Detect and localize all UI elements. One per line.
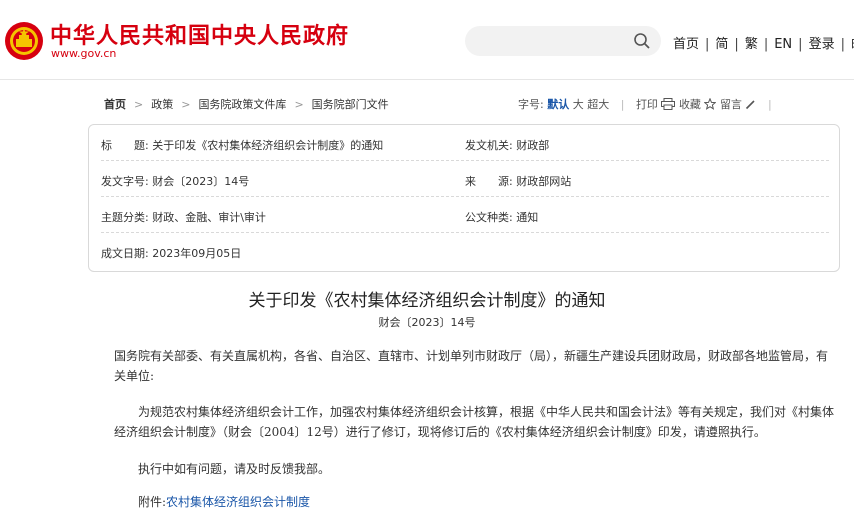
docno-value: 财会〔2023〕14号 — [152, 175, 250, 188]
star-icon — [703, 97, 718, 110]
chevron-right-icon: > — [181, 98, 191, 111]
chevron-right-icon: > — [134, 98, 144, 111]
article-attachment: 附件:农村集体经济组织会计制度 — [114, 492, 834, 512]
font-xlarge-button[interactable]: 超大 — [587, 98, 609, 111]
site-title[interactable]: 中华人民共和国中央人民政府 — [50, 18, 349, 50]
article-paragraph-body: 为规范农村集体经济组织会计工作，加强农村集体经济组织会计核算，根据《中华人民共和… — [114, 405, 835, 439]
search-icon[interactable] — [633, 32, 651, 50]
link-traditional[interactable]: 繁 — [745, 37, 758, 52]
type-label: 公文种类: — [465, 211, 513, 224]
issuer-label: 发文机关: — [465, 139, 513, 152]
article-title: 关于印发《农村集体经济组织会计制度》的通知 — [248, 291, 606, 311]
favorite-button[interactable]: 收藏 — [679, 97, 720, 111]
topic-value: 财政、金融、审计\审计 — [152, 211, 266, 224]
breadcrumb-home[interactable]: 首页 — [104, 98, 126, 111]
article-paragraph-feedback: 执行中如有问题，请及时反馈我部。 — [138, 462, 331, 476]
info-row-date: 成文日期: 2023年09月05日 — [101, 233, 829, 269]
print-button[interactable]: 打印 — [636, 98, 679, 111]
topic-label: 主题分类: — [101, 211, 149, 224]
link-home[interactable]: 首页 — [673, 37, 699, 52]
top-links: 首页|简|繁|EN|登录|邮 — [673, 33, 854, 52]
docno-label: 发文字号: — [101, 175, 149, 188]
title-label: 标 题: — [101, 139, 149, 152]
date-value: 2023年09月05日 — [152, 247, 242, 260]
site-url: www.gov.cn — [51, 47, 117, 60]
info-row-title: 标 题: 关于印发《农村集体经济组织会计制度》的通知 发文机关: 财政部 — [101, 125, 829, 161]
link-login[interactable]: 登录 — [809, 37, 835, 52]
link-simplified[interactable]: 简 — [715, 37, 728, 52]
type-value: 通知 — [516, 211, 539, 224]
national-emblem-icon[interactable] — [4, 21, 44, 61]
document-info-box: 标 题: 关于印发《农村集体经济组织会计制度》的通知 发文机关: 财政部 发文字… — [88, 124, 840, 272]
link-english[interactable]: EN — [774, 37, 792, 52]
search-input[interactable] — [465, 26, 661, 56]
attachment-link[interactable]: 农村集体经济组织会计制度 — [166, 495, 310, 509]
date-label: 成文日期: — [101, 247, 149, 260]
comment-button[interactable]: 留言 — [720, 98, 760, 111]
source-value: 财政部网站 — [516, 175, 572, 188]
pencil-icon — [746, 100, 756, 110]
font-large-button[interactable]: 大 — [573, 98, 584, 111]
article-paragraph-recipients: 国务院有关部委、有关直属机构，各省、自治区、直辖市、计划单列市财政厅（局），新疆… — [114, 349, 829, 383]
issuer-value: 财政部 — [516, 139, 550, 152]
site-header: 中华人民共和国中央人民政府 www.gov.cn 首页|简|繁|EN|登录|邮 — [0, 0, 854, 80]
source-label: 来 源: — [465, 175, 513, 188]
font-size-label: 字号: — [518, 98, 544, 111]
breadcrumb-department-docs[interactable]: 国务院部门文件 — [312, 98, 389, 111]
font-default-button[interactable]: 默认 — [547, 98, 569, 111]
attachment-label: 附件: — [138, 495, 167, 509]
info-row-topic: 主题分类: 财政、金融、审计\审计 公文种类: 通知 — [101, 197, 829, 233]
title-value: 关于印发《农村集体经济组织会计制度》的通知 — [152, 139, 384, 152]
article-doc-number: 财会〔2023〕14号 — [378, 316, 476, 329]
breadcrumb-library[interactable]: 国务院政策文件库 — [198, 98, 286, 111]
breadcrumb: 首页 > 政策 > 国务院政策文件库 > 国务院部门文件 — [104, 96, 389, 112]
printer-icon — [661, 98, 676, 110]
article-tools: 字号: 默认 大 超大 | 打印 收藏 留言 | — [518, 97, 772, 111]
info-row-docno: 发文字号: 财会〔2023〕14号 来 源: 财政部网站 — [101, 161, 829, 197]
breadcrumb-policy[interactable]: 政策 — [151, 98, 173, 111]
chevron-right-icon: > — [294, 98, 304, 111]
